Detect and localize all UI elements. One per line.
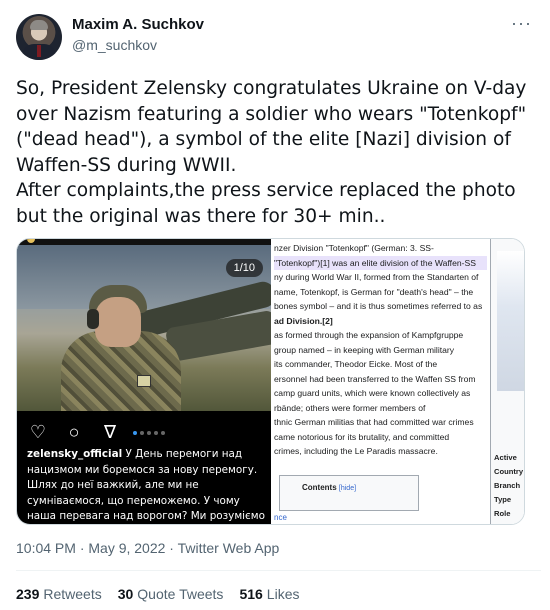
retweets-stat[interactable]: 239 Retweets bbox=[16, 586, 102, 602]
likes-label: Likes bbox=[266, 586, 300, 602]
wiki-line: ny during World War II, formed from the … bbox=[274, 272, 479, 282]
avatar[interactable] bbox=[16, 14, 62, 60]
wiki-line: came notorious for its brutality, and co… bbox=[274, 431, 450, 442]
quote-tweets-label: Quote Tweets bbox=[137, 586, 224, 602]
likes-count: 516 bbox=[239, 586, 263, 602]
retweets-count: 239 bbox=[16, 586, 40, 602]
wiki-line: rbände; others were former members of bbox=[274, 402, 426, 413]
wiki-line: name, Totenkopf, is German for "death's … bbox=[274, 286, 474, 297]
wiki-line: ad Division.[2] bbox=[274, 315, 333, 326]
retweets-label: Retweets bbox=[43, 586, 102, 602]
quote-tweets-count: 30 bbox=[117, 586, 134, 602]
wiki-line: camp guard units, which were known colle… bbox=[274, 388, 471, 398]
instagram-actions: ♡ ○ ∇ bbox=[27, 422, 121, 444]
tweet-text-paragraph: After complaints,the press service repla… bbox=[16, 180, 516, 227]
wiki-line: "Totenkopf")[1] was an elite division of… bbox=[274, 255, 487, 270]
instagram-username: zelensky_official bbox=[27, 448, 123, 460]
infobox-row-label: Role bbox=[494, 509, 511, 518]
wiki-contents-box: Contents [hide] bbox=[279, 475, 419, 511]
tweet-media[interactable]: 1/10 ♡ ○ ∇ zelensky_official У День пере… bbox=[16, 238, 525, 525]
infobox-row-label: Type bbox=[494, 495, 512, 504]
image-counter: 1/10 bbox=[225, 259, 263, 277]
wiki-line: crimes, including the Le Paradis massacr… bbox=[274, 446, 438, 456]
handle[interactable]: @m_suchkov bbox=[72, 37, 157, 53]
divider bbox=[16, 570, 541, 571]
infobox-row-label: Country bbox=[494, 467, 524, 476]
instagram-caption: zelensky_official У День перемоги над на… bbox=[27, 447, 267, 524]
infobox-image bbox=[497, 251, 524, 391]
tweet: Maxim A. Suchkov @m_suchkov ··· So, Pres… bbox=[0, 0, 550, 610]
skull-patch bbox=[137, 375, 151, 387]
wiki-contents-hide-link: [hide] bbox=[338, 485, 357, 492]
wiki-bottom-link: nce bbox=[274, 513, 287, 522]
wiki-line: nzer Division "Totenkopf" (German: 3. SS… bbox=[274, 243, 434, 253]
ellipsis-icon[interactable]: ··· bbox=[511, 14, 532, 32]
wikipedia-screenshot: nzer Division "Totenkopf" (German: 3. SS… bbox=[271, 239, 524, 524]
display-name[interactable]: Maxim A. Suchkov bbox=[72, 16, 204, 33]
quote-tweets-stat[interactable]: 30 Quote Tweets bbox=[118, 586, 224, 602]
wiki-infobox: Active Country Branch Type Role bbox=[490, 239, 524, 524]
tweet-text-paragraph: So, President Zelensky congratulates Ukr… bbox=[16, 78, 527, 176]
wiki-line: group named – in keeping with German mil… bbox=[274, 344, 455, 355]
wiki-line: thnic German militias that had committed… bbox=[274, 417, 474, 427]
heart-icon: ♡ bbox=[29, 422, 47, 442]
wiki-line: ersonnel had been transferred to the Waf… bbox=[274, 373, 476, 384]
infobox-row-label: Active bbox=[494, 453, 517, 462]
likes-stat[interactable]: 516 Likes bbox=[239, 586, 299, 602]
tweet-text: So, President Zelensky congratulates Ukr… bbox=[16, 76, 541, 230]
wiki-line: as formed through the expansion of Kampf… bbox=[274, 330, 464, 340]
instagram-screenshot: 1/10 ♡ ○ ∇ zelensky_official У День пере… bbox=[17, 239, 271, 524]
tweet-timestamp[interactable]: 10:04 PM · May 9, 2022 · Twitter Web App bbox=[16, 540, 279, 556]
share-icon: ∇ bbox=[103, 422, 117, 442]
wiki-contents-title: Contents bbox=[302, 483, 337, 492]
wiki-line: bones symbol – and it is thus sometimes … bbox=[274, 301, 483, 311]
wiki-line: its commander, Theodor Eicke. Most of th… bbox=[274, 359, 438, 369]
comment-icon: ○ bbox=[68, 422, 80, 442]
tweet-stats: 239 Retweets 30 Quote Tweets 516 Likes bbox=[16, 586, 299, 602]
carousel-dots bbox=[133, 431, 165, 435]
wikipedia-article-text: nzer Division "Totenkopf" (German: 3. SS… bbox=[274, 241, 487, 459]
infobox-row-label: Branch bbox=[494, 481, 521, 490]
